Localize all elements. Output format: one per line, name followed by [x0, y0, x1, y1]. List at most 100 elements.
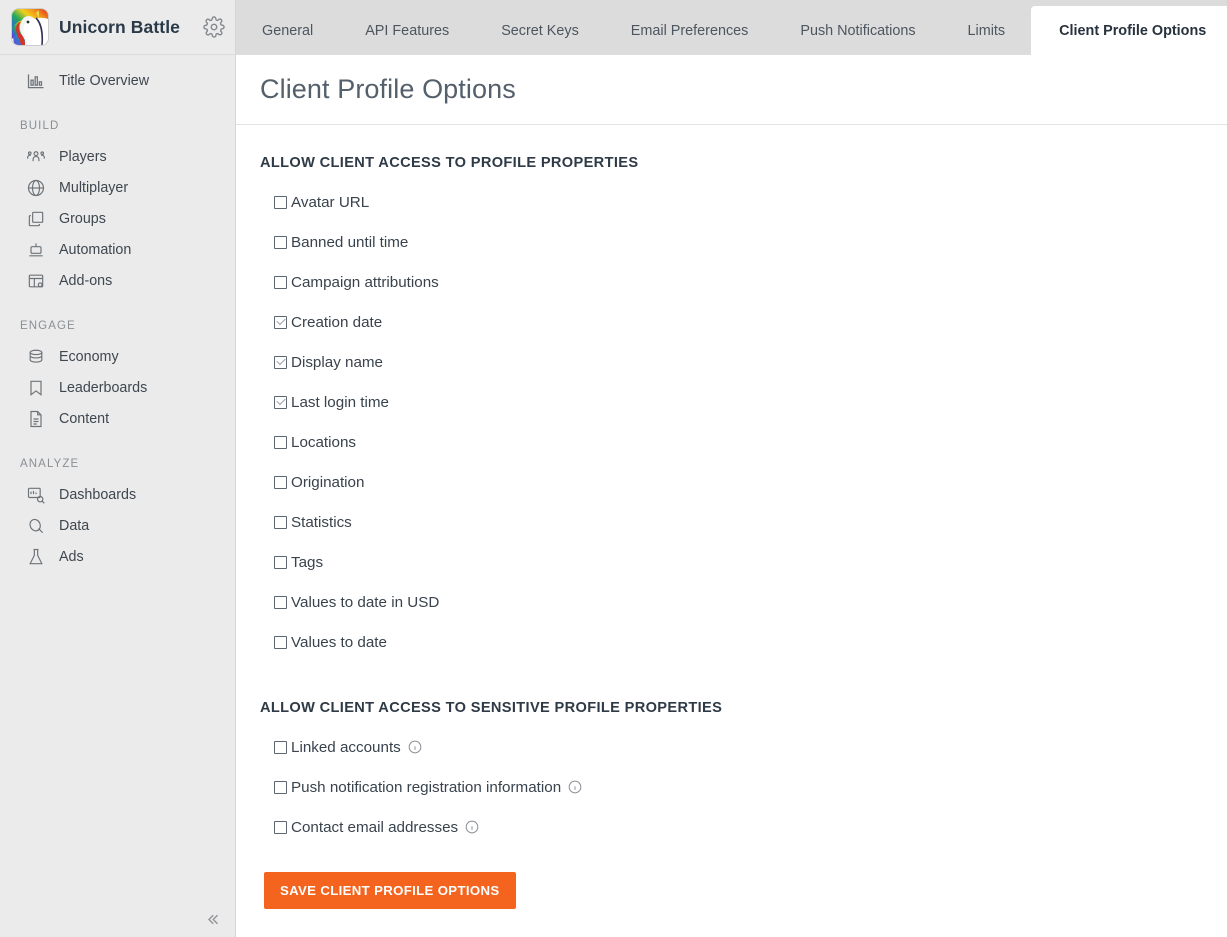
chevron-double-left-icon: [208, 914, 218, 924]
save-client-profile-options-button[interactable]: SAVE CLIENT PROFILE OPTIONS: [264, 872, 516, 909]
sidebar-item-label: Groups: [59, 210, 106, 227]
option-label: Banned until time: [291, 233, 409, 251]
option-origination[interactable]: Origination: [260, 462, 364, 502]
option-label: Campaign attributions: [291, 273, 439, 291]
dashboard-icon: [27, 487, 45, 504]
sidebar-item-label: Content: [59, 410, 110, 427]
option-statistics[interactable]: Statistics: [260, 502, 352, 542]
checkbox[interactable]: [274, 515, 287, 529]
tab-email-preferences[interactable]: Email Preferences: [605, 6, 775, 55]
sidebar-item-multiplayer[interactable]: Multiplayer: [0, 172, 235, 203]
document-icon: [30, 410, 42, 427]
checkbox[interactable]: [274, 595, 287, 609]
option-label: Origination: [291, 473, 365, 491]
option-label: Push notification registration informati…: [291, 778, 562, 796]
bar-chart-icon: [27, 73, 44, 88]
sidebar-item-economy[interactable]: Economy: [0, 341, 235, 372]
checkbox[interactable]: [274, 275, 287, 289]
tab-api-features[interactable]: API Features: [339, 6, 475, 55]
sidebar-group-engage: ENGAGE: [20, 320, 76, 332]
gear-icon[interactable]: [203, 16, 225, 38]
option-label: Linked accounts: [291, 738, 401, 756]
checkbox[interactable]: [274, 820, 287, 834]
sidebar-item-ads[interactable]: Ads: [0, 541, 235, 572]
sidebar-item-label: Players: [59, 148, 107, 165]
sidebar-item-label: Leaderboards: [59, 379, 148, 396]
sidebar-item-dashboards[interactable]: Dashboards: [0, 479, 235, 510]
addons-icon: [28, 274, 44, 287]
option-last-login-time[interactable]: Last login time: [260, 382, 389, 422]
option-label: Statistics: [291, 513, 352, 531]
sidebar-item-label: Multiplayer: [59, 179, 129, 196]
option-creation-date[interactable]: Creation date: [260, 302, 382, 342]
option-label: Contact email addresses: [291, 818, 459, 836]
option-label: Display name: [291, 353, 384, 371]
option-linked-accounts[interactable]: Linked accounts: [260, 727, 422, 767]
sidebar-group-build: BUILD: [20, 120, 60, 132]
option-banned-until-time[interactable]: Banned until time: [260, 222, 408, 262]
sidebar-item-title-overview[interactable]: Title Overview: [0, 65, 235, 96]
checkbox[interactable]: [274, 555, 287, 569]
option-label: Locations: [291, 433, 357, 451]
option-values-to-date[interactable]: Values to date: [260, 622, 387, 662]
checkbox[interactable]: [274, 355, 287, 369]
sidebar-item-content[interactable]: Content: [0, 403, 235, 434]
option-campaign-attributions[interactable]: Campaign attributions: [260, 262, 439, 302]
brand-title: Unicorn Battle: [59, 16, 180, 37]
tab-bar: General API Features Secret Keys Email P…: [236, 0, 1227, 55]
option-tags[interactable]: Tags: [260, 542, 323, 582]
page-header: Client Profile Options: [236, 55, 1227, 125]
sidebar-collapse-button[interactable]: [0, 901, 235, 937]
checkbox[interactable]: [274, 635, 287, 649]
players-icon: [27, 150, 45, 161]
checkbox[interactable]: [274, 435, 287, 449]
automation-icon: [29, 242, 43, 256]
sidebar-item-label: Automation: [59, 241, 132, 258]
app-root: Unicorn Battle Title Overview BUILD Play…: [0, 0, 1227, 937]
option-avatar-url[interactable]: Avatar URL: [260, 182, 369, 222]
option-label: Avatar URL: [291, 193, 370, 211]
option-label: Creation date: [291, 313, 383, 331]
option-values-to-date-in-usd[interactable]: Values to date in USD: [260, 582, 439, 622]
sidebar-item-label: Ads: [59, 548, 84, 565]
sidebar-item-players[interactable]: Players: [0, 141, 235, 172]
sidebar-item-label: Add-ons: [59, 272, 113, 289]
sidebar-item-leaderboards[interactable]: Leaderboards: [0, 372, 235, 403]
checkbox[interactable]: [274, 195, 287, 209]
checkbox[interactable]: [274, 740, 287, 754]
option-contact-email-addresses[interactable]: Contact email addresses: [260, 807, 479, 847]
option-push-notification-registration-information[interactable]: Push notification registration informati…: [260, 767, 582, 807]
sidebar-item-groups[interactable]: Groups: [0, 203, 235, 234]
sidebar-group-analyze: ANALYZE: [20, 458, 80, 470]
checkbox[interactable]: [274, 315, 287, 329]
info-icon[interactable]: [465, 820, 479, 834]
checkbox[interactable]: [274, 475, 287, 489]
option-label: Last login time: [291, 393, 389, 411]
option-label: Tags: [291, 553, 324, 571]
sidebar-item-data[interactable]: Data: [0, 510, 235, 541]
info-icon[interactable]: [408, 740, 422, 754]
sidebar-item-label: Title Overview: [59, 72, 150, 89]
tab-client-profile-options[interactable]: Client Profile Options: [1031, 6, 1227, 55]
flask-icon: [29, 548, 43, 564]
option-display-name[interactable]: Display name: [260, 342, 383, 382]
page-title: Client Profile Options: [260, 74, 516, 104]
tab-secret-keys[interactable]: Secret Keys: [475, 6, 605, 55]
section-title-sensitive-profile-properties: ALLOW CLIENT ACCESS TO SENSITIVE PROFILE…: [260, 700, 723, 716]
content-area: ALLOW CLIENT ACCESS TO PROFILE PROPERTIE…: [236, 125, 1227, 909]
option-locations[interactable]: Locations: [260, 422, 356, 462]
sidebar-item-automation[interactable]: Automation: [0, 234, 235, 265]
sidebar-item-add-ons[interactable]: Add-ons: [0, 265, 235, 296]
main-content: General API Features Secret Keys Email P…: [236, 0, 1227, 937]
sidebar: Unicorn Battle Title Overview BUILD Play…: [0, 0, 236, 937]
data-icon: [29, 518, 44, 533]
checkbox[interactable]: [274, 395, 287, 409]
checkbox[interactable]: [274, 235, 287, 249]
tab-general[interactable]: General: [236, 6, 339, 55]
section-title-profile-properties: ALLOW CLIENT ACCESS TO PROFILE PROPERTIE…: [260, 155, 639, 171]
tab-limits[interactable]: Limits: [942, 6, 1032, 55]
info-icon[interactable]: [568, 780, 582, 794]
checkbox[interactable]: [274, 780, 287, 794]
globe-icon: [27, 179, 45, 196]
tab-push-notifications[interactable]: Push Notifications: [774, 6, 941, 55]
